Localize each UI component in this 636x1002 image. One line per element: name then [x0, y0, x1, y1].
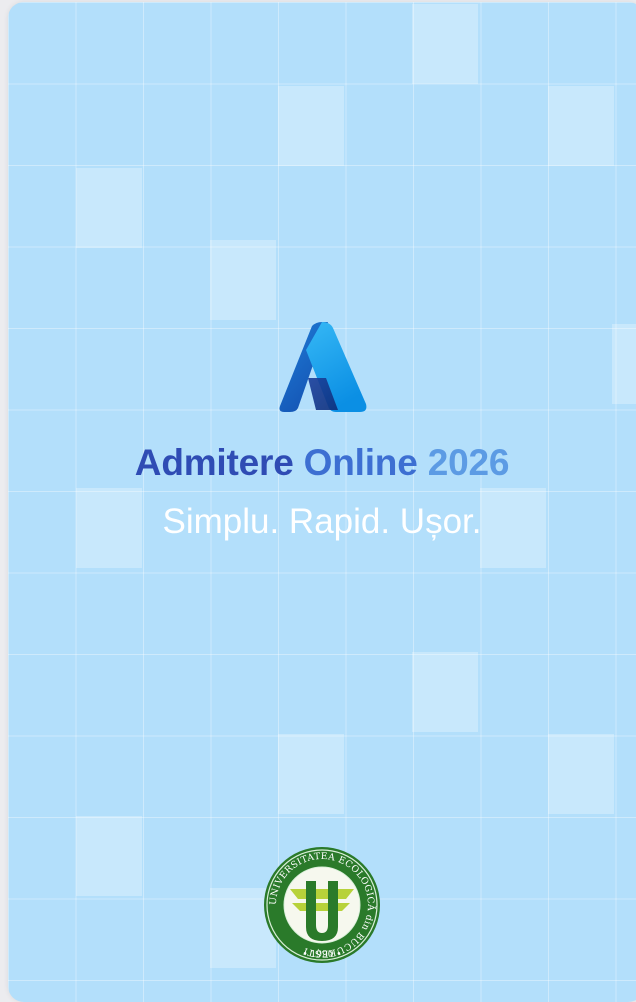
- background-tile: [548, 734, 614, 814]
- background-tile: [278, 734, 344, 814]
- background-tile: [76, 168, 142, 248]
- background-tile: [612, 324, 636, 404]
- background-tile: [210, 240, 276, 320]
- background-tile: [76, 816, 142, 896]
- background-tile: [548, 86, 614, 166]
- splash-card: Admitere Online 2026 Simplu. Rapid. Ușor…: [8, 2, 636, 1002]
- headline-word-online: Online: [303, 442, 418, 483]
- headline-year: 2026: [427, 442, 510, 483]
- seal-year: • 1990 •: [302, 950, 341, 960]
- background-tile: [412, 652, 478, 732]
- background-tile: [412, 4, 478, 84]
- tagline: Simplu. Rapid. Ușor.: [162, 502, 482, 541]
- university-seal-icon: UNIVERSITATEA ECOLOGICĂ din BUCUREȘTI • …: [264, 847, 380, 963]
- page-title: Admitere Online 2026: [8, 442, 636, 484]
- background-tile: [278, 86, 344, 166]
- azure-a-logo-icon: [279, 322, 367, 412]
- headline-word-admitere: Admitere: [134, 442, 294, 483]
